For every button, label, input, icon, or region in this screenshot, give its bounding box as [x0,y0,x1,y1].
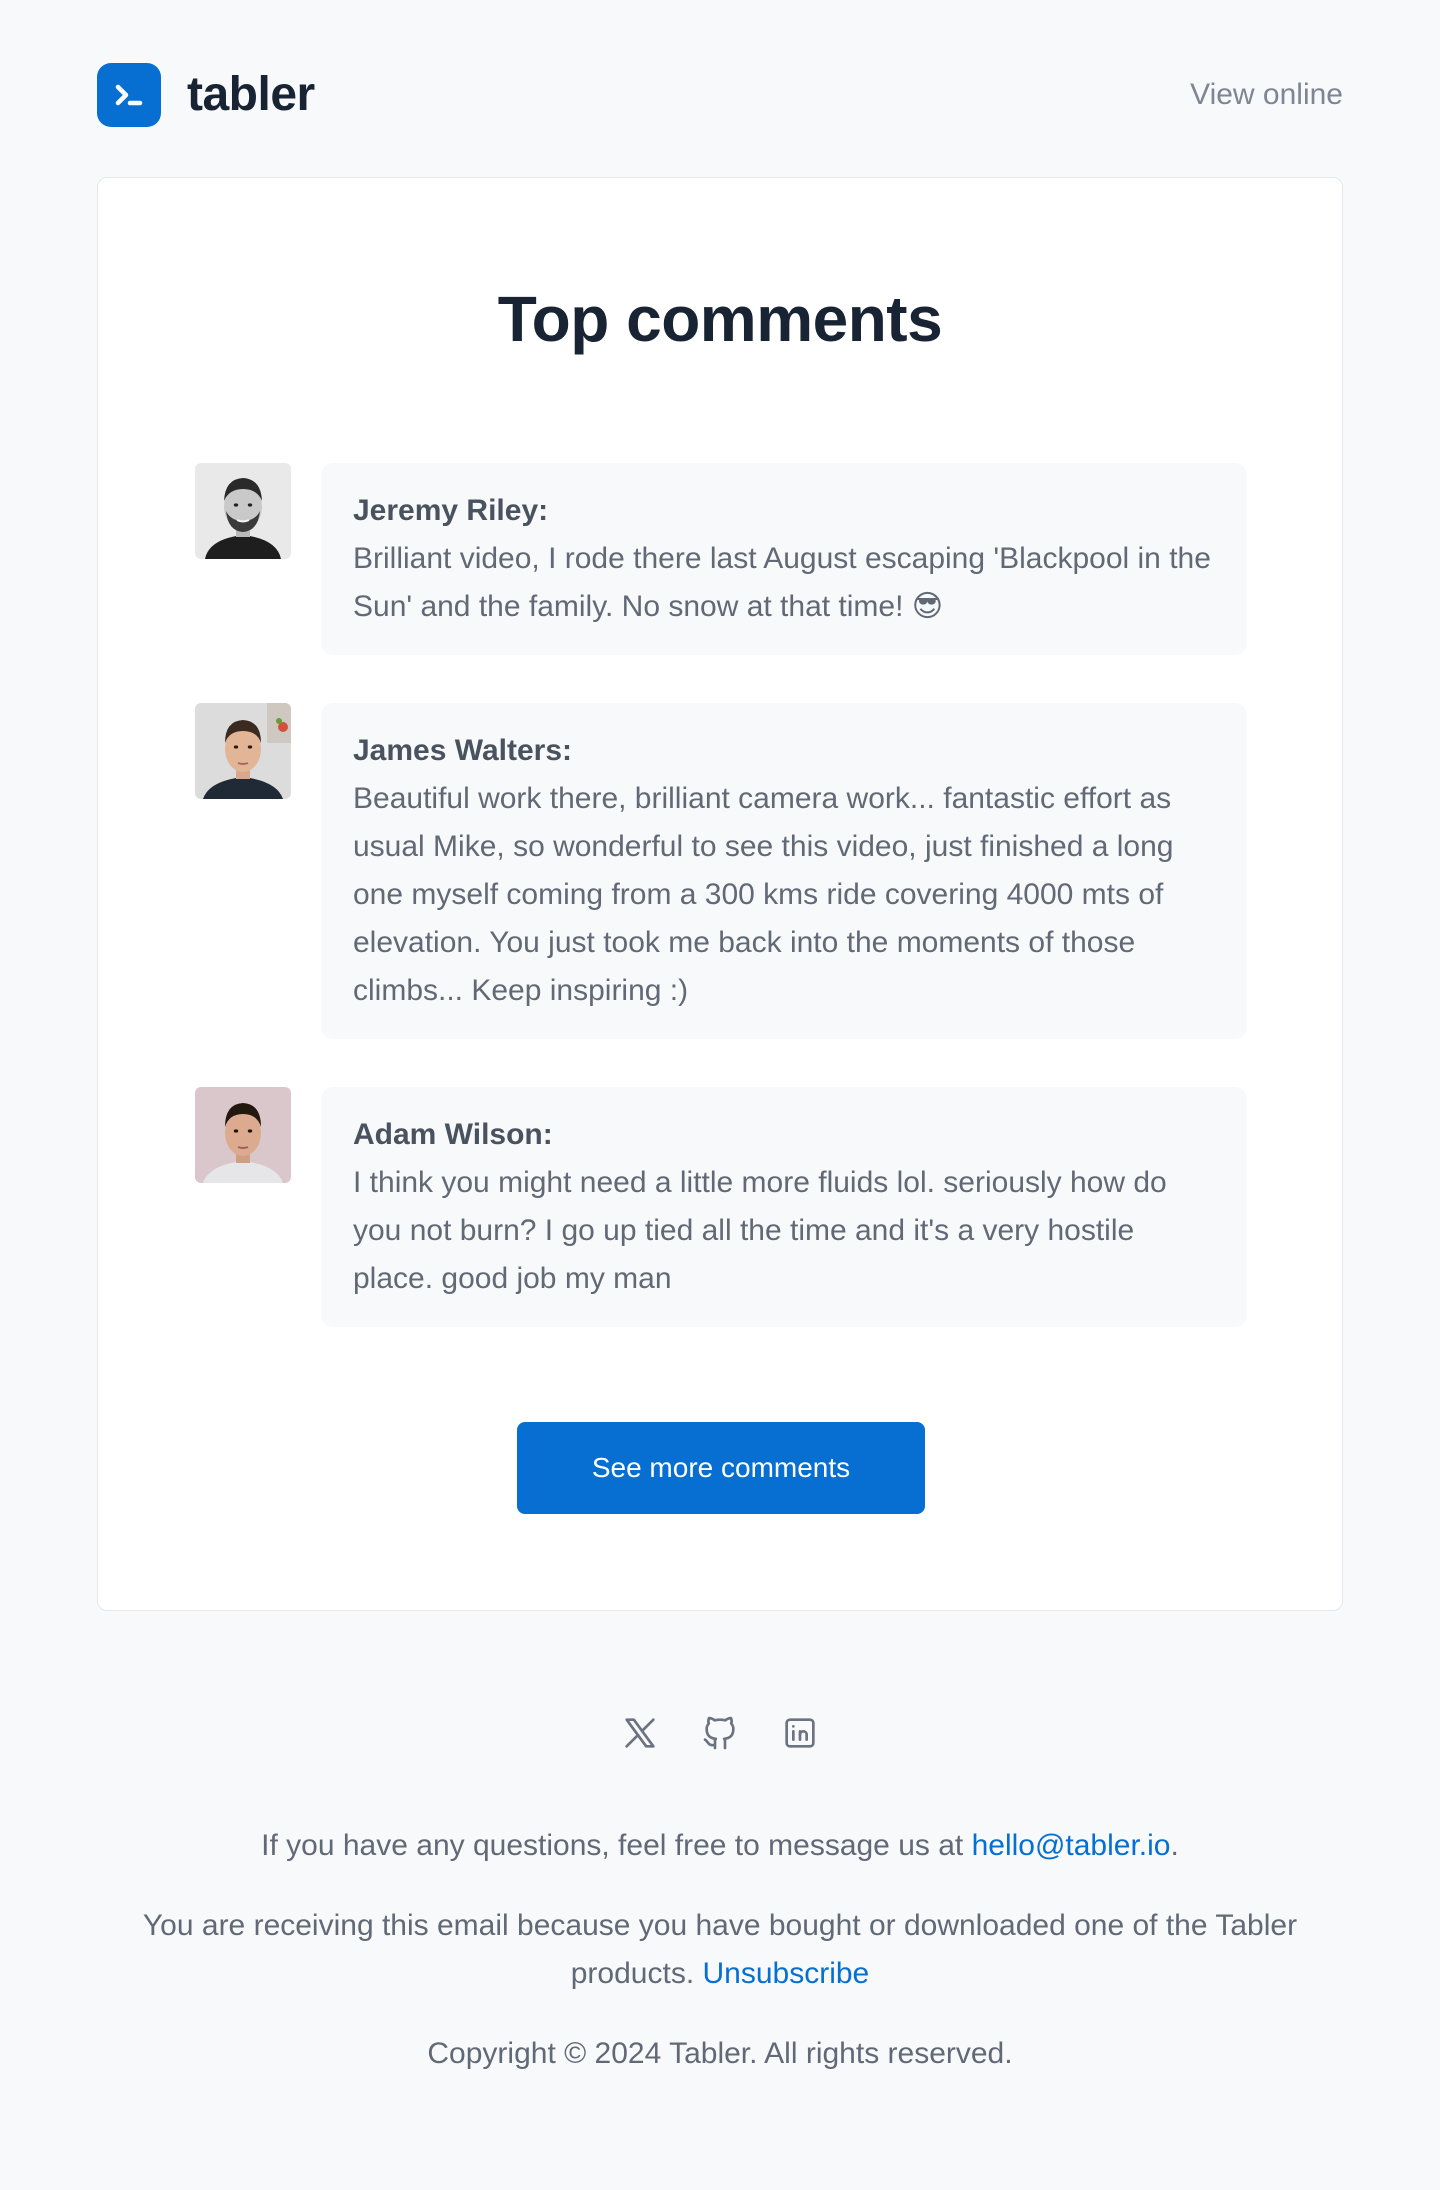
view-online-link[interactable]: View online [1190,78,1343,112]
questions-suffix: . [1170,1829,1179,1862]
header: tabler View online [97,63,1343,127]
comment-bubble: James Walters: Beautiful work there, bri… [321,703,1247,1039]
copyright: Copyright © 2024 Tabler. All rights rese… [427,2037,1013,2070]
comment-author: James Walters: [353,734,572,767]
brand-logo[interactable]: tabler [97,63,315,127]
social-links [0,1712,1440,1754]
page-title: Top comments [497,283,943,355]
brand-name: tabler [187,68,315,121]
see-more-comments-button[interactable]: See more comments [517,1422,925,1514]
questions-text: If you have any questions, feel free to … [261,1829,972,1862]
comment-text: Brilliant video, I rode there last Augus… [353,542,1211,623]
comment-author: Jeremy Riley: [353,494,549,527]
comment-text: Beautiful work there, brilliant camera w… [353,782,1174,1007]
github-icon[interactable] [699,1712,741,1754]
avatar [195,463,291,559]
x-icon[interactable] [619,1712,661,1754]
email-page: tabler View online Top comments Jeremy R… [0,0,1440,2190]
comment-text: I think you might need a little more flu… [353,1166,1167,1295]
tabler-logo-icon [97,63,161,127]
comments-card: Top comments Jeremy Riley: Brilliant vid… [97,177,1343,1611]
avatar [195,1087,291,1183]
comment-author: Adam Wilson: [353,1118,553,1151]
questions-line: If you have any questions, feel free to … [97,1822,1343,1870]
email-link[interactable]: hello@tabler.io [972,1829,1171,1862]
comment-bubble: Jeremy Riley: Brilliant video, I rode th… [321,463,1247,655]
linkedin-icon[interactable] [779,1712,821,1754]
receiving-line: You are receiving this email because you… [97,1902,1343,1998]
comment-bubble: Adam Wilson: I think you might need a li… [321,1087,1247,1327]
avatar [195,703,291,799]
unsubscribe-link[interactable]: Unsubscribe [702,1957,869,1990]
